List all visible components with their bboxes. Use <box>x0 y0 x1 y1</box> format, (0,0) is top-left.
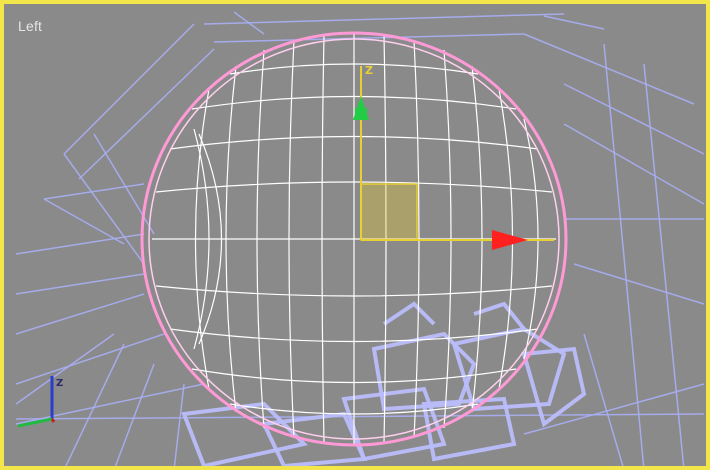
background-wire-line <box>643 63 685 466</box>
mesh-block <box>371 331 477 412</box>
background-wire-line <box>573 263 705 305</box>
left-viewport[interactable]: Left Z Z <box>0 0 710 470</box>
background-wire-line <box>543 15 605 30</box>
background-wire-line <box>15 413 705 420</box>
background-wire-line <box>114 363 155 466</box>
background-wire-line <box>93 133 155 235</box>
gizmo-up-axis-label: Z <box>365 64 373 77</box>
tripod-vertical-label: Z <box>56 378 63 389</box>
background-wire-line <box>563 83 705 155</box>
background-wire-line <box>63 23 195 155</box>
gizmo-up-arrow-base[interactable] <box>355 108 367 116</box>
background-wire-line <box>63 153 145 265</box>
background-wire-line <box>15 333 115 405</box>
background-wire-line <box>15 273 145 295</box>
background-wire-line <box>213 33 525 43</box>
mesh-block <box>473 301 526 331</box>
background-wire-line <box>583 333 624 466</box>
background-wire-line <box>203 13 565 25</box>
background-wire-line <box>43 198 125 245</box>
background-wire-line <box>15 233 145 255</box>
background-wire-line <box>173 383 185 466</box>
viewport-scene[interactable]: Z Z <box>4 4 710 470</box>
mesh-block <box>382 301 436 326</box>
gizmo-xy-plane-handle[interactable] <box>360 183 418 241</box>
move-gizmo[interactable]: Z <box>353 64 554 250</box>
background-wire-line <box>15 293 145 335</box>
tripod-depth-axis <box>50 418 56 423</box>
background-wire-line <box>563 123 705 205</box>
gizmo-right-arrow-icon[interactable] <box>492 230 528 250</box>
background-wire-line <box>15 333 165 385</box>
